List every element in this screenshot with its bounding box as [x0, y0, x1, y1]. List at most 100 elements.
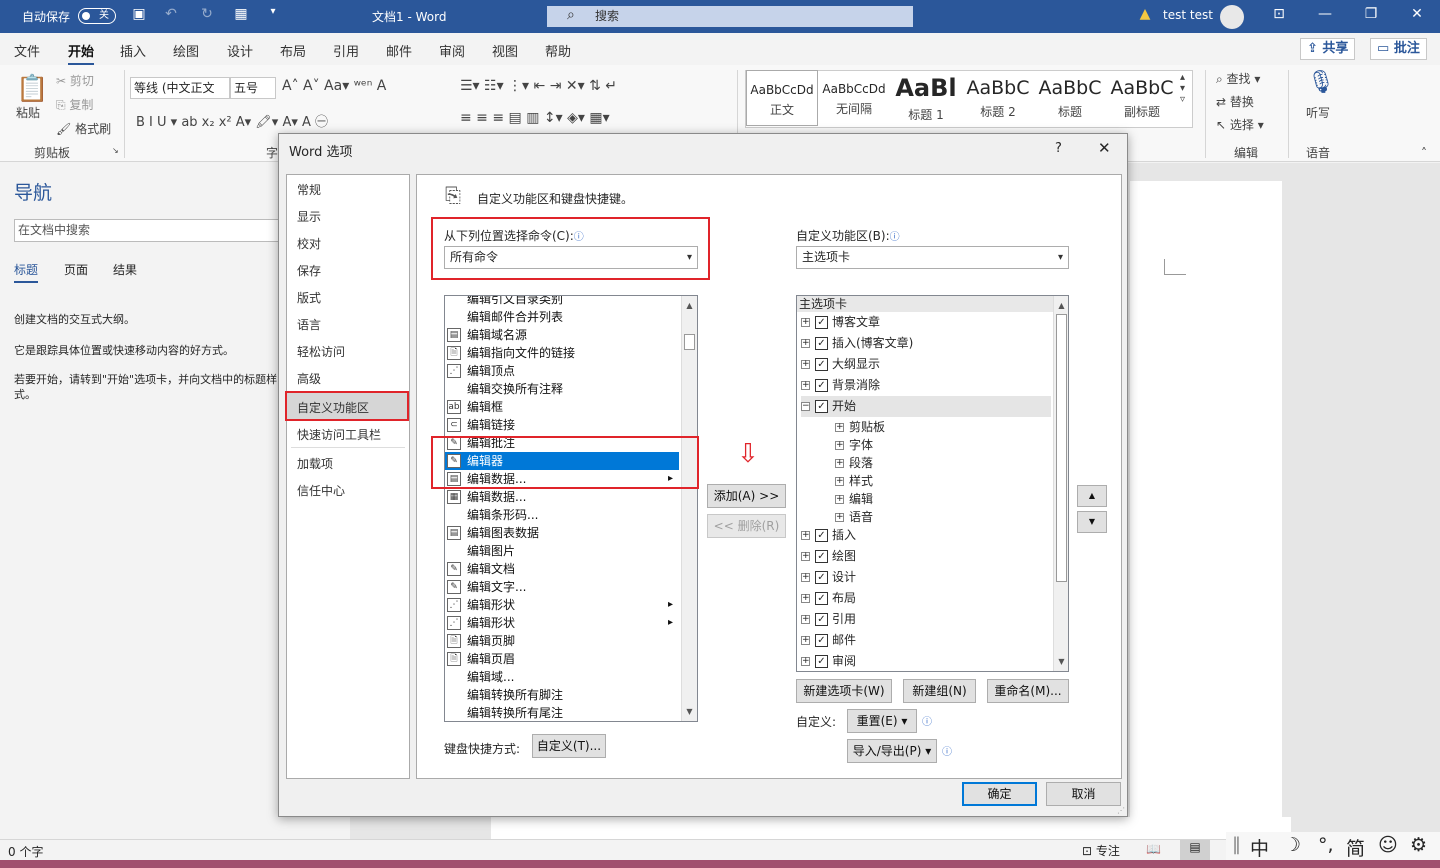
- grow-font-icon[interactable]: A˄ A˅ Aa▾ ʷᵉⁿ A: [282, 78, 386, 94]
- expand-icon[interactable]: +: [835, 459, 844, 468]
- expand-icon[interactable]: +: [801, 594, 810, 603]
- style-normal[interactable]: AaBbCcDd 正文: [746, 70, 818, 126]
- avatar[interactable]: [1220, 5, 1244, 29]
- command-list-item[interactable]: 编辑转换所有尾注: [445, 704, 679, 721]
- command-list-item[interactable]: 编辑转换所有脚注: [445, 686, 679, 704]
- ribbon-tree-item[interactable]: + ✓ 背景消除: [801, 375, 1051, 396]
- tab-layout[interactable]: 布局: [280, 41, 306, 60]
- tab-view[interactable]: 视图: [492, 41, 518, 60]
- expand-icon[interactable]: +: [801, 531, 810, 540]
- customize-ribbon-select[interactable]: 主选项卡: [796, 246, 1069, 269]
- tab-checkbox[interactable]: ✓: [815, 655, 828, 668]
- resize-grip-icon[interactable]: ⋰: [1117, 806, 1125, 815]
- ribbon-tree-item[interactable]: + ✓ 邮件: [801, 630, 1051, 651]
- expand-icon[interactable]: +: [835, 477, 844, 486]
- ime-emoji-icon[interactable]: ☺: [1378, 834, 1398, 856]
- cut-button[interactable]: ✂ 剪切: [56, 72, 94, 89]
- ribbon-tree-item[interactable]: + ✓ 设计: [801, 567, 1051, 588]
- scroll-thumb[interactable]: [1056, 314, 1067, 582]
- redo-icon[interactable]: ↻: [192, 6, 222, 22]
- tab-checkbox[interactable]: ✓: [815, 634, 828, 647]
- copy-button[interactable]: ⎘ 复制: [56, 96, 93, 113]
- ribbon-tree-item[interactable]: + ✓ 布局: [801, 588, 1051, 609]
- category-trust-center[interactable]: 信任中心: [297, 482, 345, 499]
- command-list-item[interactable]: 🗎 编辑页眉: [445, 650, 679, 668]
- scroll-up-icon[interactable]: ▲: [1054, 298, 1068, 313]
- command-list-item[interactable]: 🗎 编辑页脚: [445, 632, 679, 650]
- read-mode-icon[interactable]: 📖: [1146, 842, 1161, 856]
- expand-icon[interactable]: +: [801, 381, 810, 390]
- ribbon-tree-item[interactable]: + ✓ 绘图: [801, 546, 1051, 567]
- command-list-item[interactable]: 编辑引文目录类别: [445, 296, 679, 308]
- font-format-icons[interactable]: B I U ▾ ab x₂ x² A▾ 🖍▾ A▾ A ㊀: [136, 111, 328, 130]
- ribbon-tree-item[interactable]: + ✓ 博客文章: [801, 312, 1051, 333]
- style-no-spacing[interactable]: AaBbCcDd 无间隔: [818, 70, 890, 126]
- command-list-item[interactable]: ▤ 编辑图表数据: [445, 524, 679, 542]
- category-language[interactable]: 语言: [297, 316, 321, 333]
- tab-home[interactable]: 开始: [68, 41, 95, 66]
- nav-tab-headings[interactable]: 标题: [14, 261, 39, 283]
- expand-icon[interactable]: +: [801, 360, 810, 369]
- styles-scroll-icon[interactable]: ▴ ▾ ▿: [1180, 72, 1185, 105]
- style-title[interactable]: AaBbC 标题: [1034, 70, 1106, 126]
- nav-tab-pages[interactable]: 页面: [64, 261, 88, 278]
- expand-icon[interactable]: +: [801, 318, 810, 327]
- expand-icon[interactable]: +: [801, 636, 810, 645]
- rename-button[interactable]: 重命名(M)...: [987, 679, 1069, 703]
- tab-draw[interactable]: 绘图: [173, 41, 199, 60]
- scroll-thumb[interactable]: [684, 334, 695, 350]
- tree-scrollbar[interactable]: ▲ ▼: [1053, 296, 1068, 671]
- ribbon-tree-item[interactable]: − ✓ 开始: [801, 396, 1051, 417]
- tab-help[interactable]: 帮助: [545, 41, 571, 60]
- tab-checkbox[interactable]: ✓: [815, 400, 828, 413]
- table-icon[interactable]: ▦: [226, 6, 256, 22]
- tab-checkbox[interactable]: ✓: [815, 550, 828, 563]
- import-export-button[interactable]: 导入/导出(P) ▾: [847, 739, 937, 763]
- command-list-item[interactable]: ⋰ 编辑形状 ▸: [445, 614, 679, 632]
- save-icon[interactable]: ▣: [124, 6, 154, 22]
- list-icons[interactable]: ☰▾ ☷▾ ⋮▾ ⇤ ⇥ ✕▾ ⇅ ↵: [460, 78, 617, 94]
- scroll-up-icon[interactable]: ▲: [682, 298, 697, 313]
- keyboard-customize-button[interactable]: 自定义(T)...: [532, 734, 606, 758]
- expand-icon[interactable]: +: [835, 513, 844, 522]
- tab-checkbox[interactable]: ✓: [815, 379, 828, 392]
- command-list-item[interactable]: ⊂ 编辑链接: [445, 416, 679, 434]
- expand-icon[interactable]: +: [801, 657, 810, 666]
- focus-button[interactable]: ⊡ 专注: [1082, 842, 1120, 859]
- close-window-icon[interactable]: ✕: [1402, 6, 1432, 22]
- collapse-icon[interactable]: −: [801, 402, 810, 411]
- move-down-button[interactable]: ▼: [1077, 511, 1107, 533]
- category-quick-access[interactable]: 快速访问工具栏: [297, 426, 381, 443]
- expand-icon[interactable]: +: [801, 552, 810, 561]
- replace-button[interactable]: ⇄ 替换: [1216, 93, 1254, 110]
- remove-button[interactable]: << 删除(R): [707, 514, 786, 538]
- tab-review[interactable]: 审阅: [439, 41, 465, 60]
- add-button[interactable]: 添加(A) >>: [707, 484, 786, 508]
- category-typography[interactable]: 版式: [297, 289, 321, 306]
- tab-checkbox[interactable]: ✓: [815, 529, 828, 542]
- print-layout-icon[interactable]: ▤: [1180, 840, 1210, 860]
- tab-checkbox[interactable]: ✓: [815, 571, 828, 584]
- minimize-icon[interactable]: —: [1310, 6, 1340, 22]
- font-size-combo[interactable]: 五号: [230, 77, 276, 99]
- ime-simplified-icon[interactable]: 简: [1346, 834, 1365, 861]
- ribbon-tree-item[interactable]: + ✓ 插入: [801, 525, 1051, 546]
- dictate-button[interactable]: 听写: [1306, 104, 1330, 121]
- ribbon-tree-item[interactable]: + ✓ 插入(博客文章): [801, 333, 1051, 354]
- command-list-item[interactable]: ▦ 编辑数据...: [445, 488, 679, 506]
- ribbon-tree-item[interactable]: + ✓ 大纲显示: [801, 354, 1051, 375]
- microphone-icon[interactable]: 🎙: [1307, 70, 1335, 95]
- category-display[interactable]: 显示: [297, 208, 321, 225]
- category-advanced[interactable]: 高级: [297, 370, 321, 387]
- command-list-item[interactable]: 编辑交换所有注释: [445, 380, 679, 398]
- customize-qat-icon[interactable]: ▾: [258, 6, 288, 17]
- style-subtitle[interactable]: AaBbC 副标题: [1106, 70, 1178, 126]
- tab-design[interactable]: 设计: [227, 41, 253, 60]
- ime-moon-icon[interactable]: ☽: [1284, 834, 1301, 856]
- ime-chinese-icon[interactable]: 中: [1250, 834, 1269, 861]
- commands-list[interactable]: 编辑转换所有尾注 编辑转换所有脚注 编辑域... 🗎 编辑页眉 🗎 编辑页脚 ⋰ 编辑形状 ▸ ⋰ 编…: [444, 295, 698, 722]
- autosave-toggle[interactable]: 关: [78, 8, 116, 24]
- style-heading-1[interactable]: AaBl 标题 1: [890, 70, 962, 126]
- restore-icon[interactable]: ❐: [1356, 6, 1386, 22]
- ribbon-tree[interactable]: 主选项卡 ▲ ▼ + ✓ 博客文章 + ✓ 插入(博客文章) + ✓ 大纲显示 + ✓ 背景消除 − ✓ 开…: [796, 295, 1069, 672]
